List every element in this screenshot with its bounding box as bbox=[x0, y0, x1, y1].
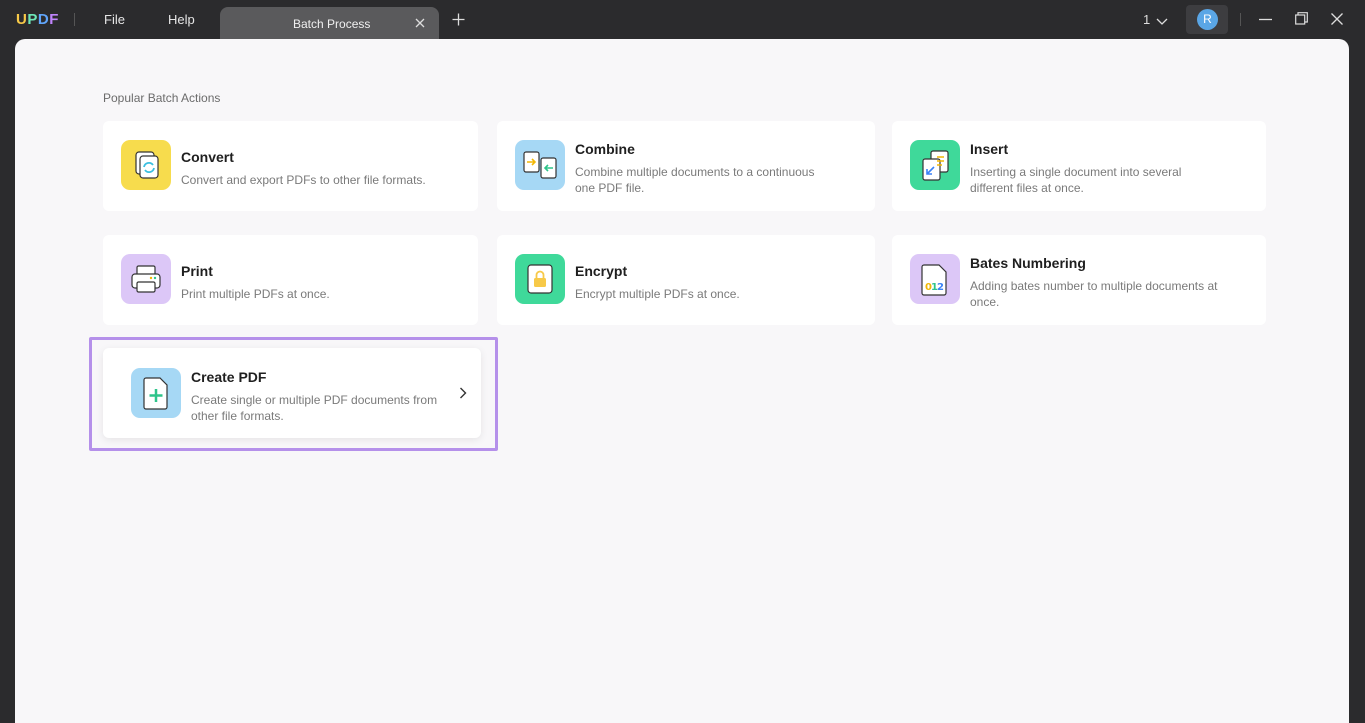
action-card-print[interactable]: Print Print multiple PDFs at once. bbox=[103, 235, 478, 325]
action-desc: Create single or multiple PDF documents … bbox=[191, 393, 438, 423]
divider bbox=[1240, 13, 1241, 26]
action-desc: Convert and export PDFs to other file fo… bbox=[181, 173, 426, 187]
action-card-insert[interactable]: Insert Inserting a single document into … bbox=[892, 121, 1266, 211]
account-button[interactable]: R bbox=[1186, 5, 1228, 34]
restore-icon[interactable] bbox=[1295, 12, 1308, 30]
menu-help[interactable]: Help bbox=[168, 12, 195, 27]
action-title: Combine bbox=[575, 141, 635, 157]
page-count[interactable]: 1 bbox=[1143, 12, 1150, 27]
convert-icon bbox=[121, 140, 171, 190]
close-icon[interactable] bbox=[415, 15, 425, 31]
action-title: Insert bbox=[970, 141, 1009, 157]
action-title: Print bbox=[181, 263, 213, 279]
action-card-combine[interactable]: Combine Combine multiple documents to a … bbox=[497, 121, 875, 211]
printer-icon bbox=[121, 254, 171, 304]
action-title: Create PDF bbox=[191, 369, 267, 385]
plus-icon[interactable] bbox=[452, 10, 465, 31]
combine-icon bbox=[515, 140, 565, 190]
action-desc: Adding bates number to multiple document… bbox=[970, 279, 1218, 309]
action-card-encrypt[interactable]: Encrypt Encrypt multiple PDFs at once. bbox=[497, 235, 875, 325]
action-title: Encrypt bbox=[575, 263, 628, 279]
tab-label: Batch Process bbox=[293, 17, 371, 31]
divider bbox=[74, 13, 75, 26]
action-desc: Print multiple PDFs at once. bbox=[181, 287, 330, 301]
insert-icon bbox=[910, 140, 960, 190]
action-card-bates-numbering[interactable]: 0 1 2 Bates Numbering Adding bates numbe… bbox=[892, 235, 1266, 325]
create-pdf-icon bbox=[131, 368, 181, 418]
svg-text:2: 2 bbox=[937, 282, 944, 293]
tab-batch-process[interactable]: Batch Process bbox=[220, 7, 439, 40]
action-desc: Encrypt multiple PDFs at once. bbox=[575, 287, 740, 301]
lock-icon bbox=[515, 254, 565, 304]
chevron-down-icon[interactable] bbox=[1156, 13, 1168, 31]
action-title: Convert bbox=[181, 149, 234, 165]
title-bar: UPDF File Help Batch Process 1 R bbox=[0, 0, 1365, 40]
action-title: Bates Numbering bbox=[970, 255, 1086, 271]
action-desc: Inserting a single document into several… bbox=[970, 165, 1182, 195]
avatar: R bbox=[1197, 9, 1218, 30]
section-title: Popular Batch Actions bbox=[103, 91, 221, 105]
minimize-icon[interactable] bbox=[1259, 13, 1272, 31]
chevron-right-icon bbox=[459, 386, 467, 404]
action-card-create-pdf[interactable]: Create PDF Create single or multiple PDF… bbox=[103, 348, 481, 438]
close-window-icon[interactable] bbox=[1331, 12, 1343, 30]
updf-logo[interactable]: UPDF bbox=[16, 11, 59, 28]
action-card-convert[interactable]: Convert Convert and export PDFs to other… bbox=[103, 121, 478, 211]
menu-file[interactable]: File bbox=[104, 12, 125, 27]
action-desc: Combine multiple documents to a continuo… bbox=[575, 165, 815, 195]
bates-number-icon: 0 1 2 bbox=[910, 254, 960, 304]
batch-process-panel: Popular Batch Actions Convert Convert an… bbox=[15, 39, 1349, 723]
